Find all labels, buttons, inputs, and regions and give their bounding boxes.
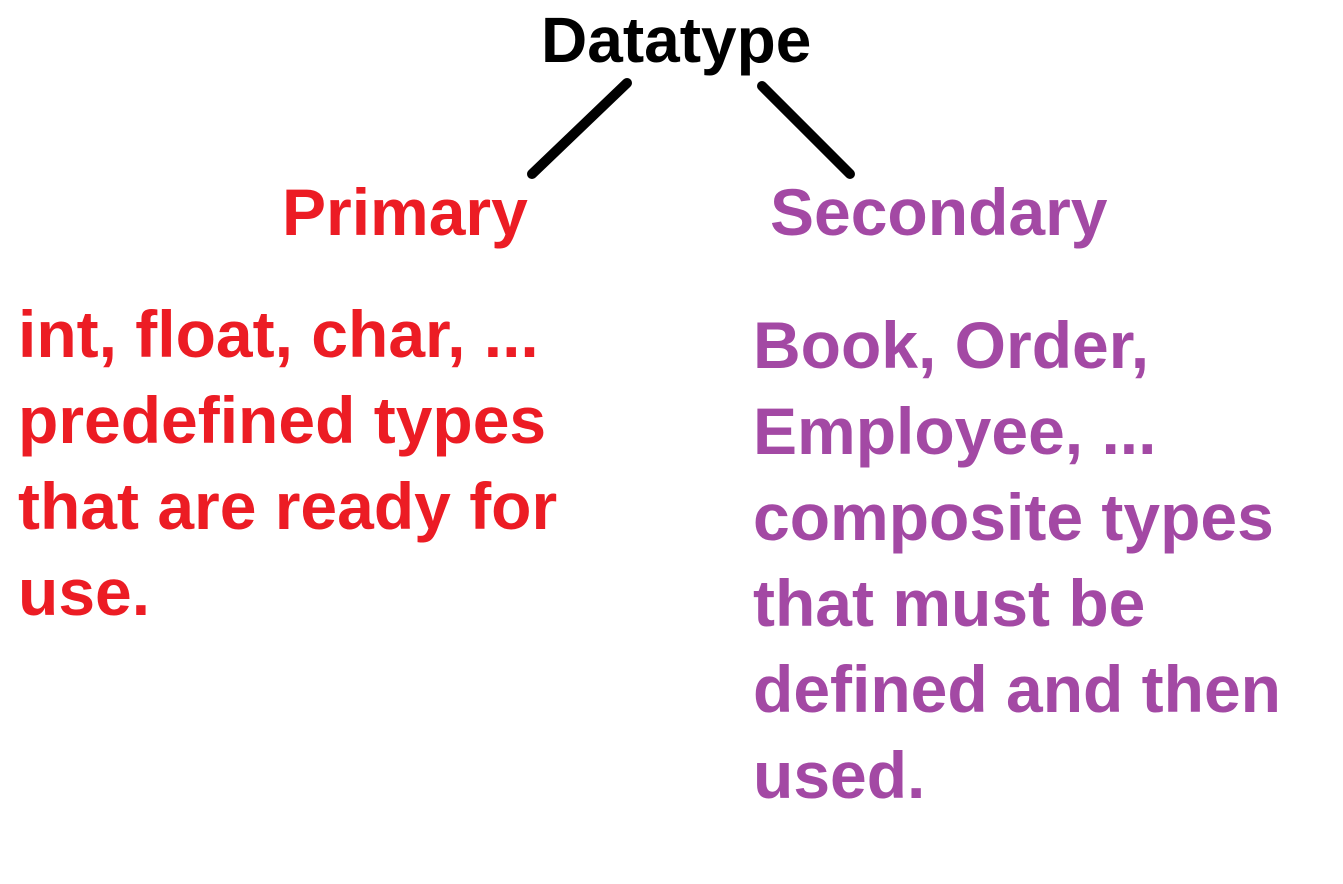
secondary-description-line: composite types (753, 480, 1274, 554)
root-node-datatype: Datatype (541, 4, 812, 76)
primary-description-line: use. (18, 555, 151, 629)
primary-description-line: int, float, char, ... (18, 297, 539, 371)
primary-description-line: predefined types (18, 383, 547, 457)
connector-secondary (757, 81, 855, 179)
secondary-description-line: Book, Order, (753, 308, 1150, 382)
connector-primary (527, 78, 632, 179)
primary-description-line: that are ready for (18, 469, 558, 543)
primary-description: int, float, char, ... predefined types t… (18, 291, 557, 635)
secondary-description: Book, Order, Employee, ... composite typ… (753, 302, 1281, 818)
secondary-description-line: that must be (753, 566, 1146, 640)
secondary-description-line: used. (753, 738, 926, 812)
branch-node-primary: Primary (282, 175, 528, 249)
secondary-description-line: defined and then (753, 652, 1281, 726)
secondary-description-line: Employee, ... (753, 394, 1157, 468)
branch-node-secondary: Secondary (770, 175, 1108, 249)
